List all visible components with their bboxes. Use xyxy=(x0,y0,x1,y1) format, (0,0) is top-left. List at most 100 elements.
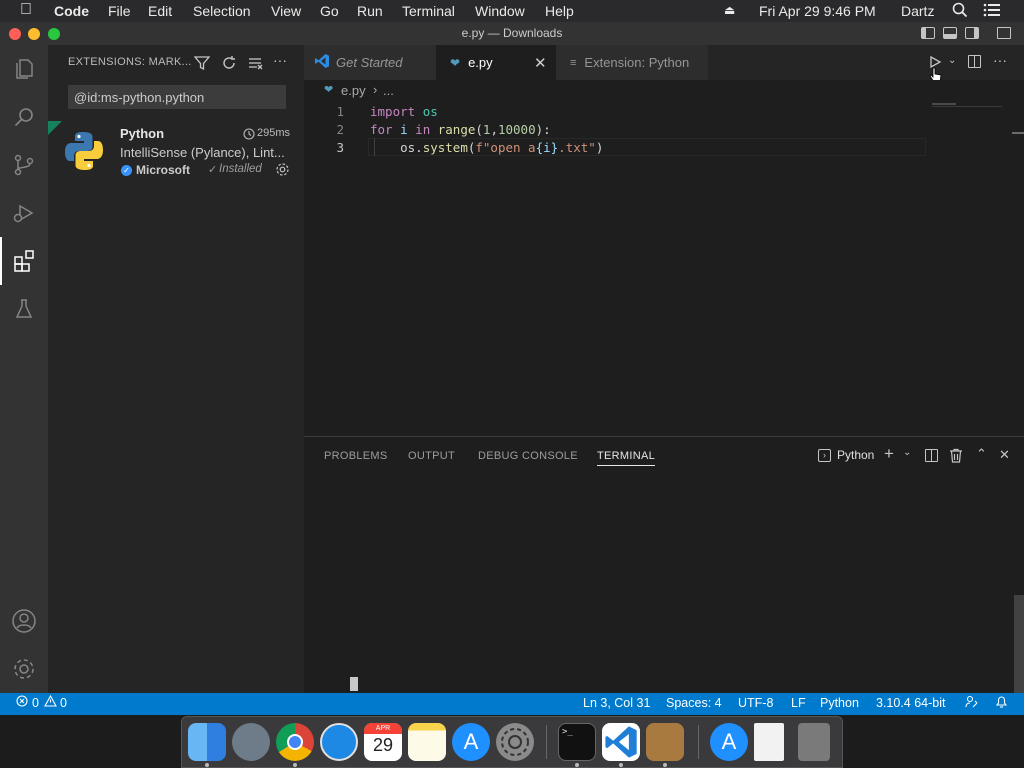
code-line[interactable]: for i in range(1,10000): xyxy=(370,122,551,137)
chrome-icon[interactable] xyxy=(276,723,314,761)
verified-publisher-icon: ✓ xyxy=(121,165,132,176)
refresh-icon[interactable] xyxy=(221,55,237,76)
code-token: {i} xyxy=(535,140,559,155)
maximize-panel-chevron-up-icon[interactable]: ⌃ xyxy=(976,446,987,462)
menu-file[interactable]: File xyxy=(108,3,131,19)
apple-icon[interactable]:  xyxy=(20,1,32,19)
split-terminal-icon[interactable] xyxy=(925,449,938,462)
notes-icon[interactable] xyxy=(408,723,446,761)
close-panel-icon[interactable]: ✕ xyxy=(999,447,1010,463)
menu-terminal[interactable]: Terminal xyxy=(402,3,455,19)
cursor-position[interactable]: Ln 3, Col 31 xyxy=(583,696,650,710)
system-preferences-gear-icon[interactable] xyxy=(496,723,534,761)
tab-get-started[interactable]: Get Started xyxy=(304,45,437,80)
breadcrumb: ❤ e.py › ... xyxy=(304,80,1024,102)
finder-icon[interactable] xyxy=(188,723,226,761)
extensions-sidebar: EXTENSIONS: MARK... ··· Python 295ms Int… xyxy=(48,45,304,693)
manage-gear-icon[interactable] xyxy=(0,645,48,693)
toggle-secondary-sidebar-icon[interactable] xyxy=(965,27,979,39)
source-control-icon[interactable] xyxy=(0,141,48,189)
toggle-sidebar-icon[interactable] xyxy=(921,27,935,39)
breadcrumb-symbols[interactable]: ... xyxy=(383,83,394,98)
customize-layout-icon[interactable] xyxy=(997,27,1011,39)
terminal-dropdown-chevron-down-icon[interactable]: ⌄ xyxy=(903,447,911,458)
clear-results-icon[interactable] xyxy=(247,55,263,76)
new-terminal-plus-icon[interactable]: + xyxy=(884,444,894,464)
minimap[interactable] xyxy=(932,102,1010,108)
warnings-icon[interactable] xyxy=(44,694,57,710)
trash-icon[interactable] xyxy=(798,723,830,761)
panel-tab-terminal[interactable]: TERMINAL xyxy=(597,450,656,466)
language-mode[interactable]: Python xyxy=(820,696,859,710)
feedback-icon[interactable] xyxy=(965,695,979,712)
indentation[interactable]: Spaces: 4 xyxy=(666,696,722,710)
panel-tab-problems[interactable]: PROBLEMS xyxy=(324,450,388,462)
menu-view[interactable]: View xyxy=(271,3,301,19)
window-title-bar: e.py — Downloads xyxy=(0,22,1024,46)
python-interpreter[interactable]: 3.10.4 64-bit xyxy=(876,696,946,710)
menu-window[interactable]: Window xyxy=(475,3,525,19)
extension-list-item[interactable]: Python 295ms IntelliSense (Pylance), Lin… xyxy=(48,121,304,182)
terminal-scrollbar[interactable] xyxy=(1014,595,1024,693)
warnings-count[interactable]: 0 xyxy=(60,696,67,710)
line-number: 3 xyxy=(336,140,344,155)
extension-settings-gear-icon[interactable] xyxy=(275,162,290,182)
downloads-folder-icon[interactable]: A xyxy=(710,723,748,761)
safari-compass-icon[interactable] xyxy=(320,723,358,761)
terminal-app-icon[interactable]: >_ xyxy=(558,723,596,761)
filter-icon[interactable] xyxy=(193,55,211,76)
app-store-icon[interactable]: A xyxy=(452,723,490,761)
encoding[interactable]: UTF-8 xyxy=(738,696,773,710)
menu-edit[interactable]: Edit xyxy=(148,3,172,19)
run-debug-icon[interactable] xyxy=(0,189,48,237)
calendar-icon[interactable]: APR 29 xyxy=(364,723,402,761)
menu-go[interactable]: Go xyxy=(320,3,339,19)
toggle-panel-icon[interactable] xyxy=(943,27,957,39)
vscode-app-icon[interactable] xyxy=(602,723,640,761)
split-editor-icon[interactable] xyxy=(968,55,981,68)
code-editor[interactable]: 1 2 3 import os for i in range(1,10000):… xyxy=(304,102,1024,436)
extension-publisher[interactable]: Microsoft xyxy=(136,163,190,177)
recommended-badge-icon xyxy=(48,121,62,135)
errors-icon[interactable] xyxy=(16,695,28,710)
end-of-line[interactable]: LF xyxy=(791,696,806,710)
code-line[interactable]: import os xyxy=(370,104,438,119)
menu-app-name[interactable]: Code xyxy=(54,3,89,19)
kill-terminal-trash-icon[interactable] xyxy=(949,448,963,468)
panel-tab-output[interactable]: OUTPUT xyxy=(408,450,455,462)
menu-help[interactable]: Help xyxy=(545,3,574,19)
code-token: , xyxy=(490,122,498,137)
menu-run[interactable]: Run xyxy=(357,3,383,19)
run-dropdown-chevron-down-icon[interactable]: ⌄ xyxy=(948,55,956,66)
tab-e-py[interactable]: ❤ e.py ✕ xyxy=(436,45,556,80)
menu-clock[interactable]: Fri Apr 29 9:46 PM xyxy=(759,3,876,19)
tab-label: Get Started xyxy=(336,55,403,70)
panel-tab-debug-console[interactable]: DEBUG CONSOLE xyxy=(478,450,578,462)
explorer-icon[interactable] xyxy=(0,45,48,93)
eject-icon[interactable]: ⏏ xyxy=(724,3,735,17)
spotlight-search-icon[interactable] xyxy=(952,1,968,22)
code-line[interactable]: os.system(f"open a{i}.txt") xyxy=(370,140,603,155)
breadcrumb-file[interactable]: e.py xyxy=(341,83,366,98)
notifications-bell-icon[interactable] xyxy=(995,695,1008,712)
close-tab-icon[interactable]: ✕ xyxy=(534,54,547,72)
script-editor-icon[interactable] xyxy=(646,723,684,761)
code-token: os. xyxy=(370,140,423,155)
extensions-icon[interactable] xyxy=(0,237,48,285)
launchpad-rocket-icon[interactable] xyxy=(232,723,270,761)
more-actions-icon[interactable]: ··· xyxy=(273,52,287,68)
control-center-icon[interactable] xyxy=(983,2,1001,21)
menu-user[interactable]: Dartz xyxy=(901,3,934,19)
editor-more-actions-icon[interactable]: ··· xyxy=(993,52,1007,68)
python-logo-icon xyxy=(62,129,106,178)
menu-selection[interactable]: Selection xyxy=(193,3,251,19)
terminal-name[interactable]: Python xyxy=(837,448,874,462)
tab-extension-python[interactable]: ≡ Extension: Python xyxy=(556,45,708,80)
search-icon[interactable] xyxy=(0,93,48,141)
overview-ruler-cursor xyxy=(1012,132,1024,134)
extension-search-input[interactable] xyxy=(68,85,286,109)
account-icon[interactable] xyxy=(0,597,48,645)
text-file-icon[interactable] xyxy=(754,723,784,761)
testing-icon[interactable] xyxy=(0,285,48,333)
errors-count[interactable]: 0 xyxy=(32,696,39,710)
